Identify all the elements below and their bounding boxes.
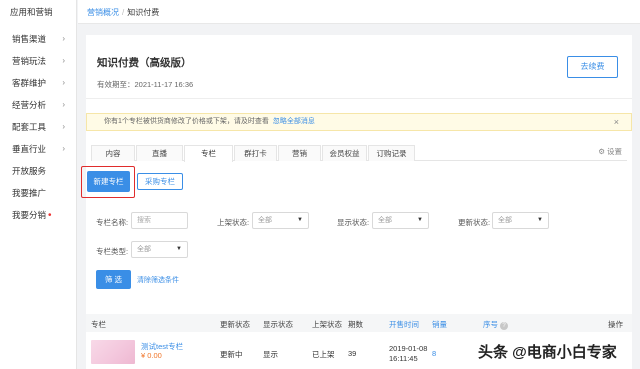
filter-update-label: 更新状态: (458, 218, 491, 227)
renew-button[interactable]: 去续费 (567, 56, 618, 78)
question-icon: ? (500, 322, 508, 330)
search-input[interactable]: 搜索 (131, 212, 188, 229)
sidebar-header: 应用和营销 (10, 7, 53, 17)
display-status-select[interactable]: 全部 ▼ (372, 212, 429, 229)
th-column: 专栏 (91, 320, 106, 329)
listing-status-value: 全部 (258, 217, 272, 224)
filter-listing-label: 上架状态: (217, 218, 250, 227)
settings-button[interactable]: ⚙ 设置 (598, 146, 622, 157)
row-issues: 39 (348, 349, 357, 358)
watermark: 头条 @电商小白专家 (478, 344, 617, 361)
notice-bar: 你有1个专栏被供货商修改了价格或下架，请及时查看 忽略全部消息 × (86, 113, 632, 131)
tab[interactable]: 会员权益 (322, 145, 367, 161)
th-display-status: 显示状态 (263, 320, 293, 329)
tab[interactable]: 营销 (278, 145, 321, 161)
sidebar-item-label: 我要推广 (12, 188, 47, 198)
chevron-right-icon: › (62, 144, 65, 153)
th-order-no[interactable]: 序号? (483, 319, 508, 330)
sidebar-item[interactable]: 我要分销 • (0, 204, 76, 226)
row-update-status: 更新中 (220, 350, 243, 359)
close-icon[interactable]: × (614, 114, 619, 130)
sidebar-item[interactable]: 营销玩法 › (0, 50, 76, 72)
sidebar-item-label: 配套工具 (12, 122, 47, 132)
caret-down-icon: ▼ (176, 246, 182, 252)
tab[interactable]: 内容 (91, 145, 135, 161)
row-display-status: 显示 (263, 350, 278, 359)
caret-down-icon: ▼ (297, 217, 303, 223)
sidebar-item[interactable]: 我要推广 (0, 182, 76, 204)
main-panel: 知识付费（高级版） 有效期至：2021-11-17 16:36 去续费 你有1个… (81, 35, 632, 369)
sidebar-item-label: 开放服务 (12, 166, 47, 176)
clear-filters-link[interactable]: 清除筛选条件 (137, 275, 179, 285)
product-expiry: 有效期至：2021-11-17 16:36 (97, 80, 194, 89)
new-column-button[interactable]: 新建专栏 (87, 171, 130, 192)
breadcrumb-marketing-overview[interactable]: 营销概况 (87, 8, 119, 17)
filter-name-label: 专栏名称: (96, 218, 129, 227)
sidebar-item[interactable]: 经营分析 › (0, 94, 76, 116)
th-order-no-label: 序号 (483, 320, 498, 329)
update-status-select[interactable]: 全部 ▼ (492, 212, 549, 229)
column-thumbnail (91, 340, 135, 364)
ignore-all-link[interactable]: 忽略全部消息 (273, 118, 315, 125)
chevron-right-icon: › (62, 34, 65, 43)
column-type-value: 全部 (137, 246, 151, 253)
tab[interactable]: 群打卡 (234, 145, 277, 161)
chevron-right-icon: › (62, 100, 65, 109)
sidebar-item[interactable]: 配套工具 › (0, 116, 76, 138)
th-sales[interactable]: 销量 (432, 319, 447, 330)
filter-type-label: 专栏类型: (96, 247, 129, 256)
th-update-status: 更新状态 (220, 320, 250, 329)
breadcrumb: 营销概况 / 知识付费 (87, 7, 159, 18)
product-info-card: 知识付费（高级版） 有效期至：2021-11-17 16:36 去续费 (86, 35, 632, 99)
sidebar-item-label: 营销玩法 (12, 56, 47, 66)
row-listing-status: 已上架 (312, 350, 335, 359)
tab[interactable]: 专栏 (184, 145, 233, 162)
new-dot-icon: • (48, 210, 52, 221)
breadcrumb-current: 知识付费 (127, 8, 160, 17)
filter-display-label: 显示状态: (337, 218, 370, 227)
sidebar-item-label: 我要分销 (12, 210, 47, 220)
sidebar-item[interactable]: 客群维护 › (0, 72, 76, 94)
buy-column-button[interactable]: 采购专栏 (137, 173, 183, 190)
sidebar-item[interactable]: 销售渠道 › (0, 28, 76, 50)
th-actions: 操作 (608, 320, 623, 329)
th-listing-status: 上架状态 (312, 320, 342, 329)
chevron-right-icon: › (62, 78, 65, 87)
breadcrumb-separator: / (122, 8, 125, 17)
filter-button[interactable]: 筛 选 (96, 270, 131, 289)
chevron-right-icon: › (62, 122, 65, 131)
row-sales[interactable]: 8 (432, 349, 436, 358)
display-status-value: 全部 (378, 217, 392, 224)
sidebar-item[interactable]: 垂直行业 › (0, 138, 76, 160)
listing-status-select[interactable]: 全部 ▼ (252, 212, 309, 229)
sidebar-menu: 销售渠道 › 营销玩法 › 客群维护 › 经营分析 › 配套工具 › 垂直行业 › 开放服务我要推广我要… (0, 27, 76, 226)
sidebar: 应用和营销 销售渠道 › 营销玩法 › 客群维护 › 经营分析 › 配套工具 › 垂直行业 › 开放服务… (0, 0, 77, 369)
sidebar-item-label: 经营分析 (12, 100, 47, 110)
tab[interactable]: 订购记录 (368, 145, 415, 161)
th-sell-time[interactable]: 开售时间 (389, 319, 419, 330)
caret-down-icon: ▼ (537, 217, 543, 223)
sidebar-item[interactable]: 开放服务 (0, 160, 76, 182)
sidebar-item-label: 客群维护 (12, 78, 47, 88)
product-title: 知识付费（高级版） (97, 57, 192, 69)
row-sell-date: 2019-01-08 (389, 344, 428, 353)
column-price: ¥ 0.00 (141, 351, 162, 360)
notice-text: 你有1个专栏被供货商修改了价格或下架，请及时查看 (104, 118, 269, 125)
tab[interactable]: 直播 (136, 145, 183, 161)
column-type-select[interactable]: 全部 ▼ (131, 241, 188, 258)
chevron-right-icon: › (62, 56, 65, 65)
row-sell-time: 16:11:45 (389, 354, 418, 363)
sidebar-item-label: 垂直行业 (12, 144, 47, 154)
sidebar-item-label: 销售渠道 (12, 34, 47, 44)
caret-down-icon: ▼ (417, 217, 423, 223)
update-status-value: 全部 (498, 217, 512, 224)
tab-bar: ⚙ 设置 内容 直播 专栏 群打卡 营销 会员权益 订购记录 (91, 145, 627, 162)
th-issues: 期数 (348, 320, 363, 329)
table-header: 专栏 更新状态 显示状态 上架状态 期数 开售时间 销量 序号? 操作 (86, 314, 632, 332)
breadcrumb-bar: 营销概况 / 知识付费 (78, 0, 640, 24)
